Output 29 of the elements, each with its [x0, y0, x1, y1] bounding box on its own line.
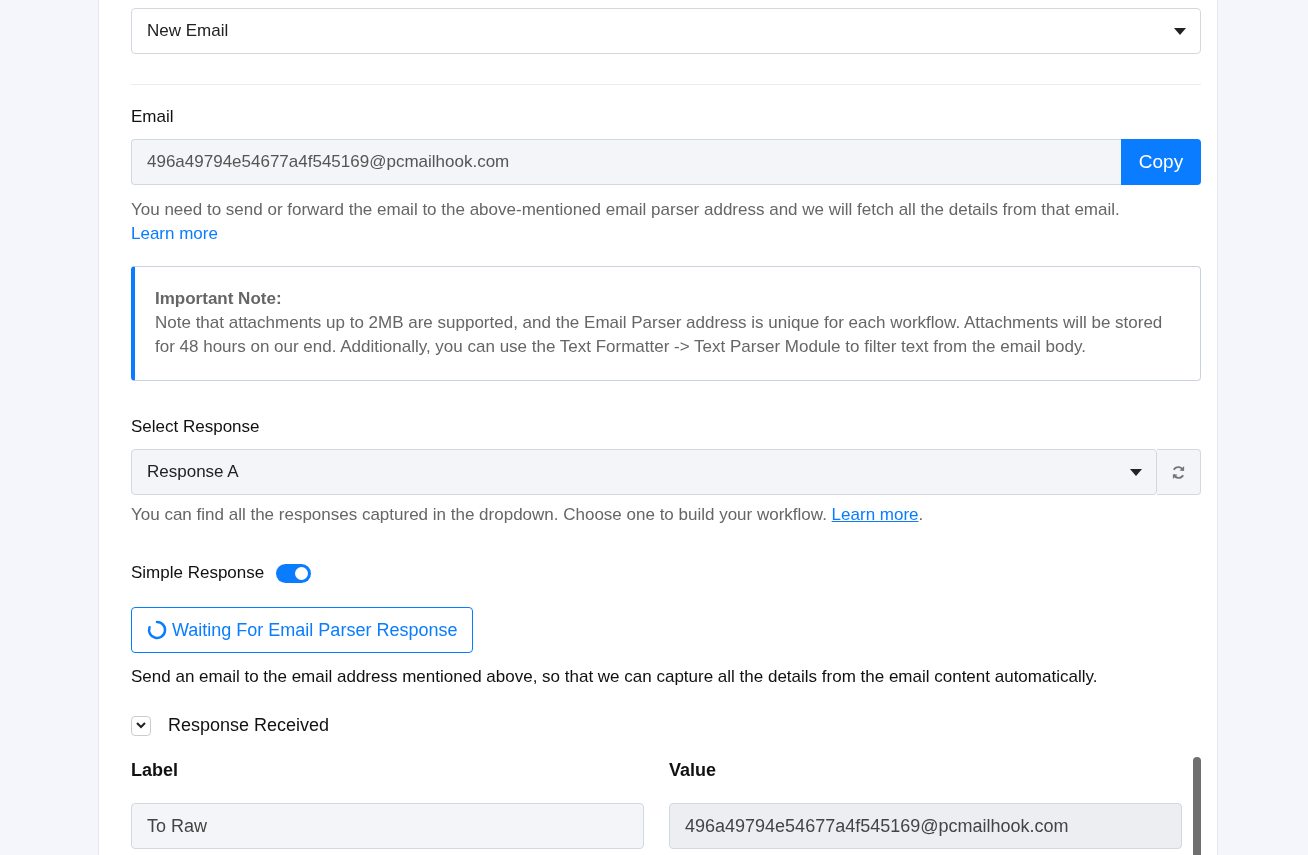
column-header: Label	[131, 760, 179, 781]
response-dropdown[interactable]: Response A	[131, 449, 1157, 495]
toggle-switch[interactable]	[276, 563, 312, 583]
label-field[interactable]: To Raw	[131, 803, 644, 849]
field-label: Email	[131, 107, 174, 127]
field-label: Select Response	[131, 417, 260, 437]
caret-icon	[1174, 27, 1186, 35]
note-text: Note that attachments up to 2MB are supported, and the Email Parser address is unique for each workflow. Attachments will be stored for 48 hours on our end. Additionally, you can use the Text Formatter -> Text Parser Module to filter text from the email body.	[155, 313, 1163, 356]
learn-more-link[interactable]: Learn more	[131, 224, 218, 243]
chevron-icon	[136, 722, 146, 729]
email-field[interactable]: 496a49794e54677a4f545169@pcmailhook.com	[131, 139, 1121, 185]
copy-button[interactable]: Copy	[1121, 139, 1201, 185]
learn-more-link[interactable]: Learn more	[831, 505, 919, 524]
spinner-icon	[146, 619, 168, 641]
help-text: You can find all the responses captured in the dropdown. Choose one to build your workflow. Learn more.	[131, 504, 925, 526]
instruction-text: Send an email to the email address mentioned above, so that we can capture all the details from the email content automatically.	[131, 667, 1099, 687]
expand-toggle[interactable]	[131, 715, 151, 736]
note-title: Important Note:	[155, 288, 283, 310]
section-title: Response Received	[168, 715, 330, 736]
trigger-dropdown[interactable]: New Email	[131, 8, 1201, 54]
help-text: You need to send or forward the email to the above-mentioned email parser address and we will fetch all the details from that email. Learn more	[131, 199, 1121, 245]
column-header: Value	[669, 760, 718, 781]
value-field[interactable]: 496a49794e54677a4f545169@pcmailhook.com	[669, 803, 1182, 849]
toggle-label: Simple Response	[131, 563, 265, 583]
scrollbar[interactable]	[1193, 757, 1201, 855]
refresh-icon	[1171, 464, 1186, 480]
caret-icon	[1130, 468, 1142, 476]
refresh-button[interactable]	[1157, 449, 1201, 495]
waiting-button[interactable]: Waiting For Email Parser Response	[131, 607, 474, 653]
